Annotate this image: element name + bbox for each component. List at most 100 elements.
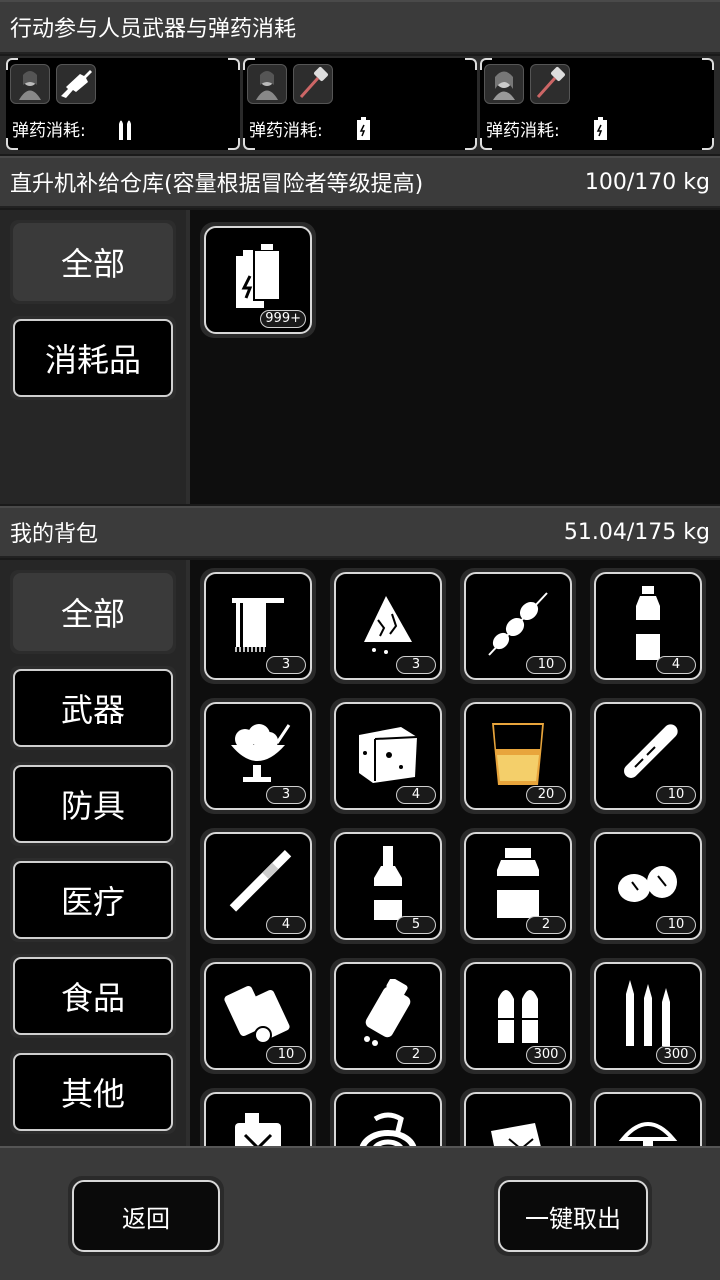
warehouse-category-list: 全部 消耗品 <box>0 210 186 504</box>
backpack-item-grid: 3 3 10 4 3 4 20 10 4 5 2 10 10 2 300 300 <box>190 560 720 1146</box>
warehouse-capacity: 100/170 kg <box>584 169 710 195</box>
warehouse-title: 直升机补给仓库(容量根据冒险者等级提高) <box>10 172 424 197</box>
backpack-item-slot[interactable]: 4 <box>330 698 446 814</box>
ammo-consumption-label: 弹药消耗: <box>249 121 323 141</box>
warehouse-header: 直升机补给仓库(容量根据冒险者等级提高) 100/170 kg <box>0 156 720 208</box>
backpack-tab-medical[interactable]: 医疗 <box>10 858 176 942</box>
towel-icon <box>226 592 290 660</box>
backpack-tab-armor[interactable]: 防具 <box>10 762 176 846</box>
backpack-panel: 全部 武器 防具 医疗 食品 其他 3 3 10 4 3 4 20 10 4 5… <box>0 560 720 1146</box>
backpack-item-slot[interactable]: 20 <box>460 698 576 814</box>
fuel-can-icon <box>223 1109 293 1146</box>
item-count-badge: 3 <box>396 656 436 674</box>
battery-icon <box>353 116 373 146</box>
item-count-badge: 5 <box>396 916 436 934</box>
backpack-item-slot[interactable] <box>460 1088 576 1146</box>
warehouse-tab-all[interactable]: 全部 <box>10 220 176 304</box>
item-count-badge: 20 <box>526 786 566 804</box>
backpack-tab-other[interactable]: 其他 <box>10 1050 176 1134</box>
toolbox-icon <box>483 1109 553 1146</box>
mushroom-icon <box>613 1109 683 1146</box>
warehouse-tab-consumables[interactable]: 消耗品 <box>10 316 176 400</box>
backpack-item-slot[interactable]: 2 <box>330 958 446 1074</box>
tab-label: 全部 <box>13 223 173 301</box>
item-count-badge: 999+ <box>260 310 306 328</box>
item-count-badge: 10 <box>266 1046 306 1064</box>
ammo-consumption-label: 弹药消耗: <box>12 121 86 141</box>
backpack-item-slot[interactable]: 4 <box>590 568 706 684</box>
backpack-tab-food[interactable]: 食品 <box>10 954 176 1038</box>
item-count-badge: 4 <box>656 656 696 674</box>
backpack-item-slot[interactable] <box>590 1088 706 1146</box>
backpack-tab-all[interactable]: 全部 <box>10 570 176 654</box>
footer-bar: 返回 一键取出 <box>0 1146 720 1280</box>
backpack-item-slot[interactable]: 10 <box>590 698 706 814</box>
bullets-icon <box>116 116 136 146</box>
backpack-category-list: 全部 武器 防具 医疗 食品 其他 <box>0 560 186 1146</box>
tab-label: 其他 <box>13 1053 173 1131</box>
backpack-item-slot[interactable]: 2 <box>460 828 576 944</box>
take-all-button[interactable]: 一键取出 <box>494 1176 652 1256</box>
backpack-item-slot[interactable]: 10 <box>200 958 316 1074</box>
page-title: 行动参与人员武器与弹药消耗 <box>10 17 297 42</box>
warehouse-item-slot[interactable]: 999+ <box>200 222 316 338</box>
backpack-item-slot[interactable] <box>330 1088 446 1146</box>
tab-label: 武器 <box>13 669 173 747</box>
item-count-badge: 4 <box>266 916 306 934</box>
backpack-item-slot[interactable]: 5 <box>330 828 446 944</box>
cheese-block-icon <box>353 719 423 793</box>
ammo-consumption-label: 弹药消耗: <box>486 121 560 141</box>
pistol-ammo-icon <box>488 979 548 1053</box>
bandage-roll-icon <box>223 979 293 1053</box>
backpack-item-slot[interactable]: 10 <box>460 568 576 684</box>
rifle-icon[interactable] <box>56 64 96 104</box>
juice-glass-icon <box>486 719 550 793</box>
tab-label: 食品 <box>13 957 173 1035</box>
eggs-icon <box>612 854 684 918</box>
item-count-badge: 10 <box>526 656 566 674</box>
warehouse-panel: 全部 消耗品 999+ <box>0 210 720 504</box>
party-member-card[interactable]: 弹药消耗: <box>243 58 477 150</box>
battery-icon <box>590 116 610 146</box>
ice-cream-icon <box>223 719 293 793</box>
character-avatar-icon[interactable] <box>484 64 524 104</box>
take-all-button-label: 一键取出 <box>498 1180 648 1252</box>
item-count-badge: 10 <box>656 786 696 804</box>
backpack-item-slot[interactable]: 10 <box>590 828 706 944</box>
item-count-badge: 300 <box>656 1046 696 1064</box>
backpack-capacity: 51.04/175 kg <box>563 519 710 545</box>
backpack-item-slot[interactable]: 300 <box>460 958 576 1074</box>
item-count-badge: 3 <box>266 656 306 674</box>
backpack-item-slot[interactable]: 3 <box>330 568 446 684</box>
page-title-bar: 行动参与人员武器与弹药消耗 <box>0 0 720 54</box>
battery-icon <box>228 242 288 318</box>
rope-icon <box>353 1109 423 1146</box>
backpack-item-slot[interactable] <box>200 1088 316 1146</box>
hammer-icon[interactable] <box>293 64 333 104</box>
item-count-badge: 300 <box>526 1046 566 1064</box>
tab-label: 防具 <box>13 765 173 843</box>
backpack-item-slot[interactable]: 4 <box>200 828 316 944</box>
backpack-item-slot[interactable]: 3 <box>200 698 316 814</box>
backpack-item-slot[interactable]: 3 <box>200 568 316 684</box>
hammer-icon[interactable] <box>530 64 570 104</box>
back-button[interactable]: 返回 <box>68 1176 224 1256</box>
party-member-card[interactable]: 弹药消耗: <box>480 58 714 150</box>
skewer-icon <box>483 589 553 663</box>
item-count-badge: 2 <box>396 1046 436 1064</box>
item-count-badge: 10 <box>656 916 696 934</box>
cloth-icon <box>356 592 420 660</box>
party-members-row: 弹药消耗: 弹药消耗: 弹药消耗: <box>0 56 720 154</box>
cigarette-icon <box>223 849 293 923</box>
tab-label: 医疗 <box>13 861 173 939</box>
back-button-label: 返回 <box>72 1180 220 1252</box>
party-member-card[interactable]: 弹药消耗: <box>6 58 240 150</box>
backpack-tab-weapons[interactable]: 武器 <box>10 666 176 750</box>
pill-bottle-icon <box>353 977 423 1053</box>
item-count-badge: 3 <box>266 786 306 804</box>
character-avatar-icon[interactable] <box>247 64 287 104</box>
backpack-item-slot[interactable]: 300 <box>590 958 706 1074</box>
character-avatar-icon[interactable] <box>10 64 50 104</box>
tab-label: 全部 <box>13 573 173 651</box>
warehouse-item-grid: 999+ <box>190 210 720 504</box>
